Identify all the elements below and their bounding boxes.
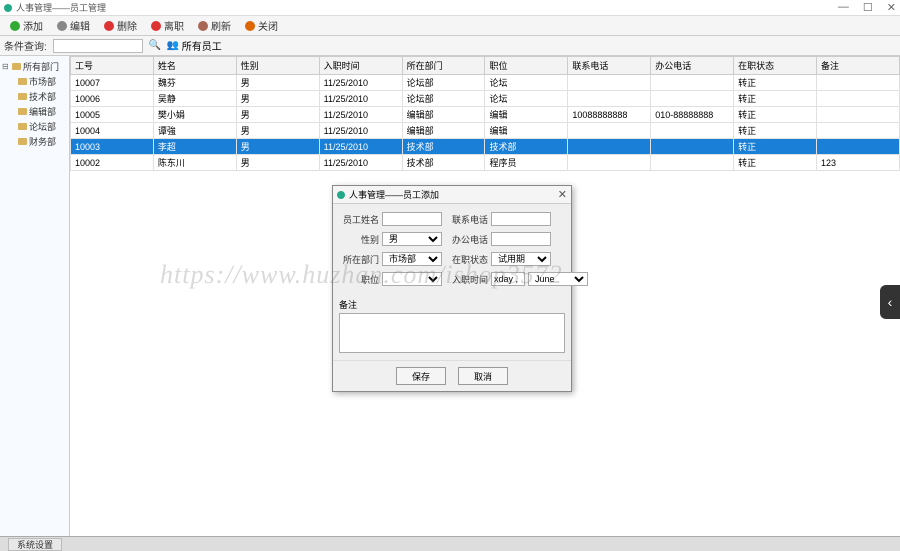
folder-icon xyxy=(18,108,27,115)
table-row[interactable]: 10007魏芬男11/25/2010论坛部论坛转正 xyxy=(71,75,900,91)
window-title: 人事管理——员工管理 xyxy=(16,1,838,14)
column-header[interactable]: 联系电话 xyxy=(568,57,651,75)
delete-button[interactable]: 删除 xyxy=(98,17,143,34)
collapse-icon[interactable]: ⊟ xyxy=(2,62,10,71)
name-field[interactable] xyxy=(382,212,442,226)
status-label: 在职状态 xyxy=(448,253,488,266)
refresh-button[interactable]: 刷新 xyxy=(192,17,237,34)
folder-icon xyxy=(12,63,21,70)
phone-field[interactable] xyxy=(491,212,551,226)
side-chevron-icon[interactable]: ‹ xyxy=(880,285,900,319)
position-label: 职位 xyxy=(339,273,379,286)
search-input[interactable] xyxy=(53,39,143,53)
table-row[interactable]: 10006吴静男11/25/2010论坛部论坛转正 xyxy=(71,91,900,107)
save-button[interactable]: 保存 xyxy=(396,367,446,385)
app-icon xyxy=(4,4,12,12)
table-row[interactable]: 10003李超男11/25/2010技术部技术部转正 xyxy=(71,139,900,155)
tree-root[interactable]: ⊟ 所有部门 xyxy=(2,59,67,74)
gender-label: 性别 xyxy=(339,233,379,246)
all-employees-link[interactable]: 👥 所有员工 xyxy=(167,38,222,53)
folder-icon xyxy=(18,138,27,145)
table-row[interactable]: 10004谭強男11/25/2010编辑部编辑转正 xyxy=(71,123,900,139)
window-titlebar: 人事管理——员工管理 — ☐ ✕ xyxy=(0,0,900,16)
add-employee-dialog: 人事管理——员工添加 ✕ 员工姓名 性别男 所在部门市场部 职位 联系电话 办公… xyxy=(332,185,572,392)
edit-button[interactable]: 编辑 xyxy=(51,17,96,34)
table-row[interactable]: 10002陈东川男11/25/2010技术部程序员转正123 xyxy=(71,155,900,171)
gender-select[interactable]: 男 xyxy=(382,232,442,246)
remark-field[interactable] xyxy=(339,313,565,353)
status-bar: 系统设置 xyxy=(0,536,900,551)
dialog-header[interactable]: 人事管理——员工添加 ✕ xyxy=(333,186,571,204)
column-header[interactable]: 入职时间 xyxy=(319,57,402,75)
tree-item-0[interactable]: 市场部 xyxy=(2,74,67,89)
column-header[interactable]: 办公电话 xyxy=(651,57,734,75)
office-field[interactable] xyxy=(491,232,551,246)
department-tree: ⊟ 所有部门 市场部技术部编辑部论坛部财务部 xyxy=(0,56,70,536)
phone-label: 联系电话 xyxy=(448,213,488,226)
leave-icon xyxy=(151,21,161,31)
window-buttons: — ☐ ✕ xyxy=(838,1,896,14)
minimize-button[interactable]: — xyxy=(838,1,849,14)
folder-icon xyxy=(18,93,27,100)
delete-icon xyxy=(104,21,114,31)
tree-item-2[interactable]: 编辑部 xyxy=(2,104,67,119)
folder-icon xyxy=(18,123,27,130)
column-header[interactable]: 备注 xyxy=(817,57,900,75)
search-bar: 条件查询: 🔍 👥 所有员工 xyxy=(0,36,900,56)
cancel-button[interactable]: 取消 xyxy=(458,367,508,385)
column-header[interactable]: 工号 xyxy=(71,57,154,75)
remark-label: 备注 xyxy=(339,298,565,311)
hire-label: 入职时间 xyxy=(448,273,488,286)
column-header[interactable]: 所在部门 xyxy=(402,57,485,75)
column-header[interactable]: 性别 xyxy=(236,57,319,75)
dept-label: 所在部门 xyxy=(339,253,379,266)
app-icon xyxy=(337,191,345,199)
close-tab-button[interactable]: 关闭 xyxy=(239,17,284,34)
dialog-close-button[interactable]: ✕ xyxy=(558,188,567,201)
refresh-icon xyxy=(198,21,208,31)
hire-month-select[interactable]: June xyxy=(528,272,588,286)
plus-icon xyxy=(10,21,20,31)
pencil-icon xyxy=(57,21,67,31)
tree-item-3[interactable]: 论坛部 xyxy=(2,119,67,134)
table-row[interactable]: 10005樊小娟男11/25/2010编辑部编辑10088888888010-8… xyxy=(71,107,900,123)
column-header[interactable]: 职位 xyxy=(485,57,568,75)
maximize-button[interactable]: ☐ xyxy=(863,1,873,14)
search-icon[interactable]: 🔍 xyxy=(149,40,161,52)
toolbar: 添加 编辑 删除 离职 刷新 关闭 xyxy=(0,16,900,36)
hire-day-field[interactable] xyxy=(491,272,525,286)
close-icon xyxy=(245,21,255,31)
search-label: 条件查询: xyxy=(4,38,47,53)
close-button[interactable]: ✕ xyxy=(887,1,896,14)
name-label: 员工姓名 xyxy=(339,213,379,226)
tree-item-4[interactable]: 财务部 xyxy=(2,134,67,149)
status-select[interactable]: 试用期 xyxy=(491,252,551,266)
dept-select[interactable]: 市场部 xyxy=(382,252,442,266)
people-icon: 👥 xyxy=(167,40,179,52)
column-header[interactable]: 姓名 xyxy=(153,57,236,75)
office-label: 办公电话 xyxy=(448,233,488,246)
position-select[interactable] xyxy=(382,272,442,286)
add-button[interactable]: 添加 xyxy=(4,17,49,34)
folder-icon xyxy=(18,78,27,85)
dialog-title: 人事管理——员工添加 xyxy=(349,188,558,201)
leave-button[interactable]: 离职 xyxy=(145,17,190,34)
column-header[interactable]: 在职状态 xyxy=(734,57,817,75)
tree-item-1[interactable]: 技术部 xyxy=(2,89,67,104)
status-tab[interactable]: 系统设置 xyxy=(8,538,62,551)
